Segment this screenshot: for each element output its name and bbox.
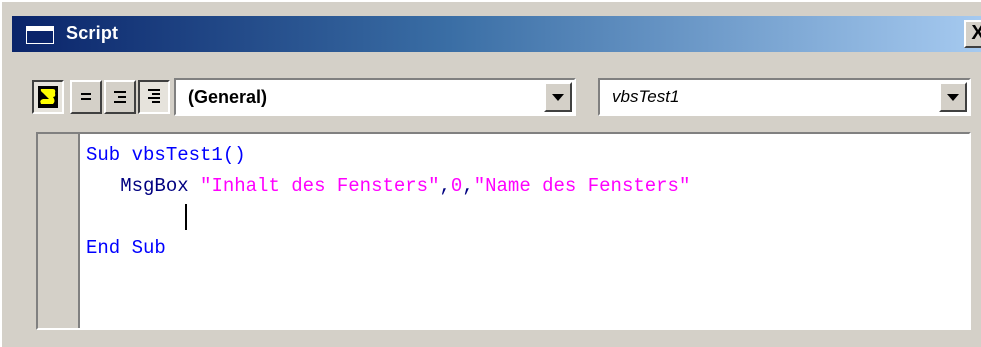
align-right-button[interactable] — [104, 80, 136, 114]
string-literal-title: "Name des Fensters" — [473, 175, 691, 197]
script-window: Script X (General) vbsTest1 Sub vbsTest1… — [0, 0, 981, 347]
numeric-literal: 0 — [450, 175, 463, 197]
code-line: End Sub — [86, 233, 690, 264]
editor-margin[interactable] — [38, 134, 80, 328]
keyword-sub: Sub — [86, 144, 121, 166]
code-line: MsgBox "Inhalt des Fensters",0,"Name des… — [86, 171, 690, 202]
object-combobox[interactable]: (General) — [174, 78, 576, 116]
justify-button[interactable] — [138, 80, 170, 114]
close-button[interactable]: X — [964, 20, 981, 48]
window-title: Script — [66, 23, 119, 43]
string-literal-message: "Inhalt des Fensters" — [200, 175, 440, 197]
script-view-button[interactable] — [32, 80, 64, 114]
align-left-button[interactable] — [70, 80, 102, 114]
justify-icon — [148, 89, 160, 103]
procedure-dropdown-arrow-icon[interactable] — [939, 82, 967, 112]
script-view-icon — [38, 86, 58, 108]
separator: , — [462, 175, 474, 197]
align-right-icon — [114, 91, 126, 103]
object-dropdown-arrow-icon[interactable] — [544, 82, 572, 112]
code-line: Sub vbsTest1() — [86, 140, 690, 171]
keyword-end-sub: End Sub — [86, 237, 166, 259]
sub-name: vbsTest1() — [120, 144, 246, 166]
align-left-icon — [81, 93, 91, 100]
procedure-combobox-value: vbsTest1 — [612, 87, 680, 106]
function-msgbox: MsgBox — [120, 175, 189, 197]
text-caret — [185, 204, 187, 230]
title-bar[interactable]: Script X — [12, 16, 981, 52]
object-combobox-value: (General) — [188, 87, 268, 107]
separator: , — [439, 175, 451, 197]
code-text[interactable]: Sub vbsTest1() MsgBox "Inhalt des Fenste… — [86, 140, 690, 264]
code-editor[interactable]: Sub vbsTest1() MsgBox "Inhalt des Fenste… — [36, 132, 971, 330]
procedure-combobox[interactable]: vbsTest1 — [598, 78, 971, 116]
window-icon — [26, 26, 54, 44]
